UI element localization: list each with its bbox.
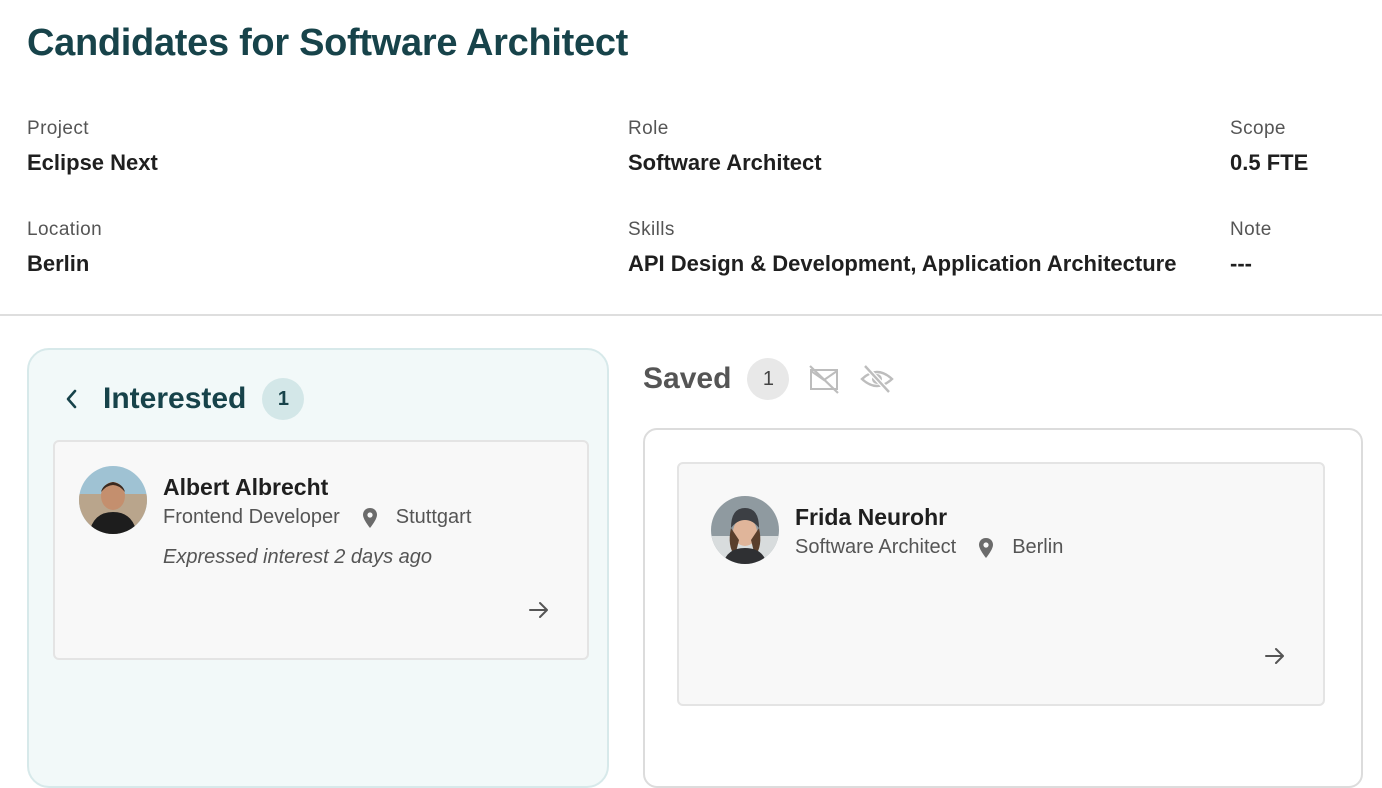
avatar (711, 496, 779, 564)
section-divider (0, 314, 1382, 316)
detail-scope: Scope 0.5 FTE (1230, 118, 1308, 176)
candidate-card-frida[interactable]: Frida Neurohr Software Architect Berlin (677, 462, 1325, 706)
saved-header: Saved 1 (643, 358, 895, 400)
candidate-details: Frontend Developer Stuttgart (163, 506, 471, 529)
arrow-right-icon[interactable] (523, 594, 555, 626)
chevron-left-icon[interactable] (59, 387, 83, 411)
candidate-name[interactable]: Albert Albrecht (163, 474, 328, 501)
avatar (79, 466, 147, 534)
location-pin-icon (362, 507, 378, 529)
candidate-interest-note: Expressed interest 2 days ago (163, 546, 433, 568)
saved-column: Frida Neurohr Software Architect Berlin (643, 428, 1363, 788)
detail-skills: Skills API Design & Development, Applica… (628, 219, 1176, 277)
detail-location-label: Location (27, 219, 103, 240)
detail-scope-label: Scope (1230, 118, 1286, 139)
detail-role: Role Software Architect (628, 118, 822, 176)
candidate-role: Software Architect (795, 536, 957, 558)
page-title: Candidates for Software Architect (27, 22, 629, 64)
detail-location-value: Berlin (27, 251, 90, 276)
interested-count-badge: 1 (262, 378, 305, 420)
candidate-name[interactable]: Frida Neurohr (795, 504, 947, 531)
detail-project-value: Eclipse Next (27, 150, 158, 175)
detail-skills-value: API Design & Development, Application Ar… (628, 251, 1177, 276)
candidate-location: Stuttgart (395, 506, 472, 528)
detail-project-label: Project (27, 118, 89, 139)
candidate-location: Berlin (1012, 536, 1064, 558)
candidate-details: Software Architect Berlin (795, 536, 1063, 559)
detail-note-label: Note (1230, 219, 1272, 240)
eye-off-icon[interactable] (859, 362, 895, 396)
detail-project: Project Eclipse Next (27, 118, 158, 176)
detail-note: Note --- (1230, 219, 1272, 277)
detail-scope-value: 0.5 FTE (1230, 150, 1309, 175)
saved-title: Saved (643, 362, 732, 395)
detail-note-value: --- (1230, 251, 1252, 276)
interested-title: Interested (103, 382, 247, 415)
candidate-role: Frontend Developer (163, 506, 340, 528)
detail-role-value: Software Architect (628, 150, 822, 175)
candidate-card-albert[interactable]: Albert Albrecht Frontend Developer Stutt… (53, 440, 589, 660)
location-pin-icon (978, 537, 994, 559)
saved-count-badge: 1 (747, 358, 790, 400)
detail-location: Location Berlin (27, 219, 102, 277)
interested-column: Interested 1 Albert Albrecht Frontend De… (27, 348, 609, 788)
interested-header: Interested 1 (59, 378, 305, 420)
detail-role-label: Role (628, 118, 669, 139)
detail-skills-label: Skills (628, 219, 675, 240)
mail-off-icon[interactable] (807, 362, 841, 396)
arrow-right-icon[interactable] (1259, 640, 1291, 672)
